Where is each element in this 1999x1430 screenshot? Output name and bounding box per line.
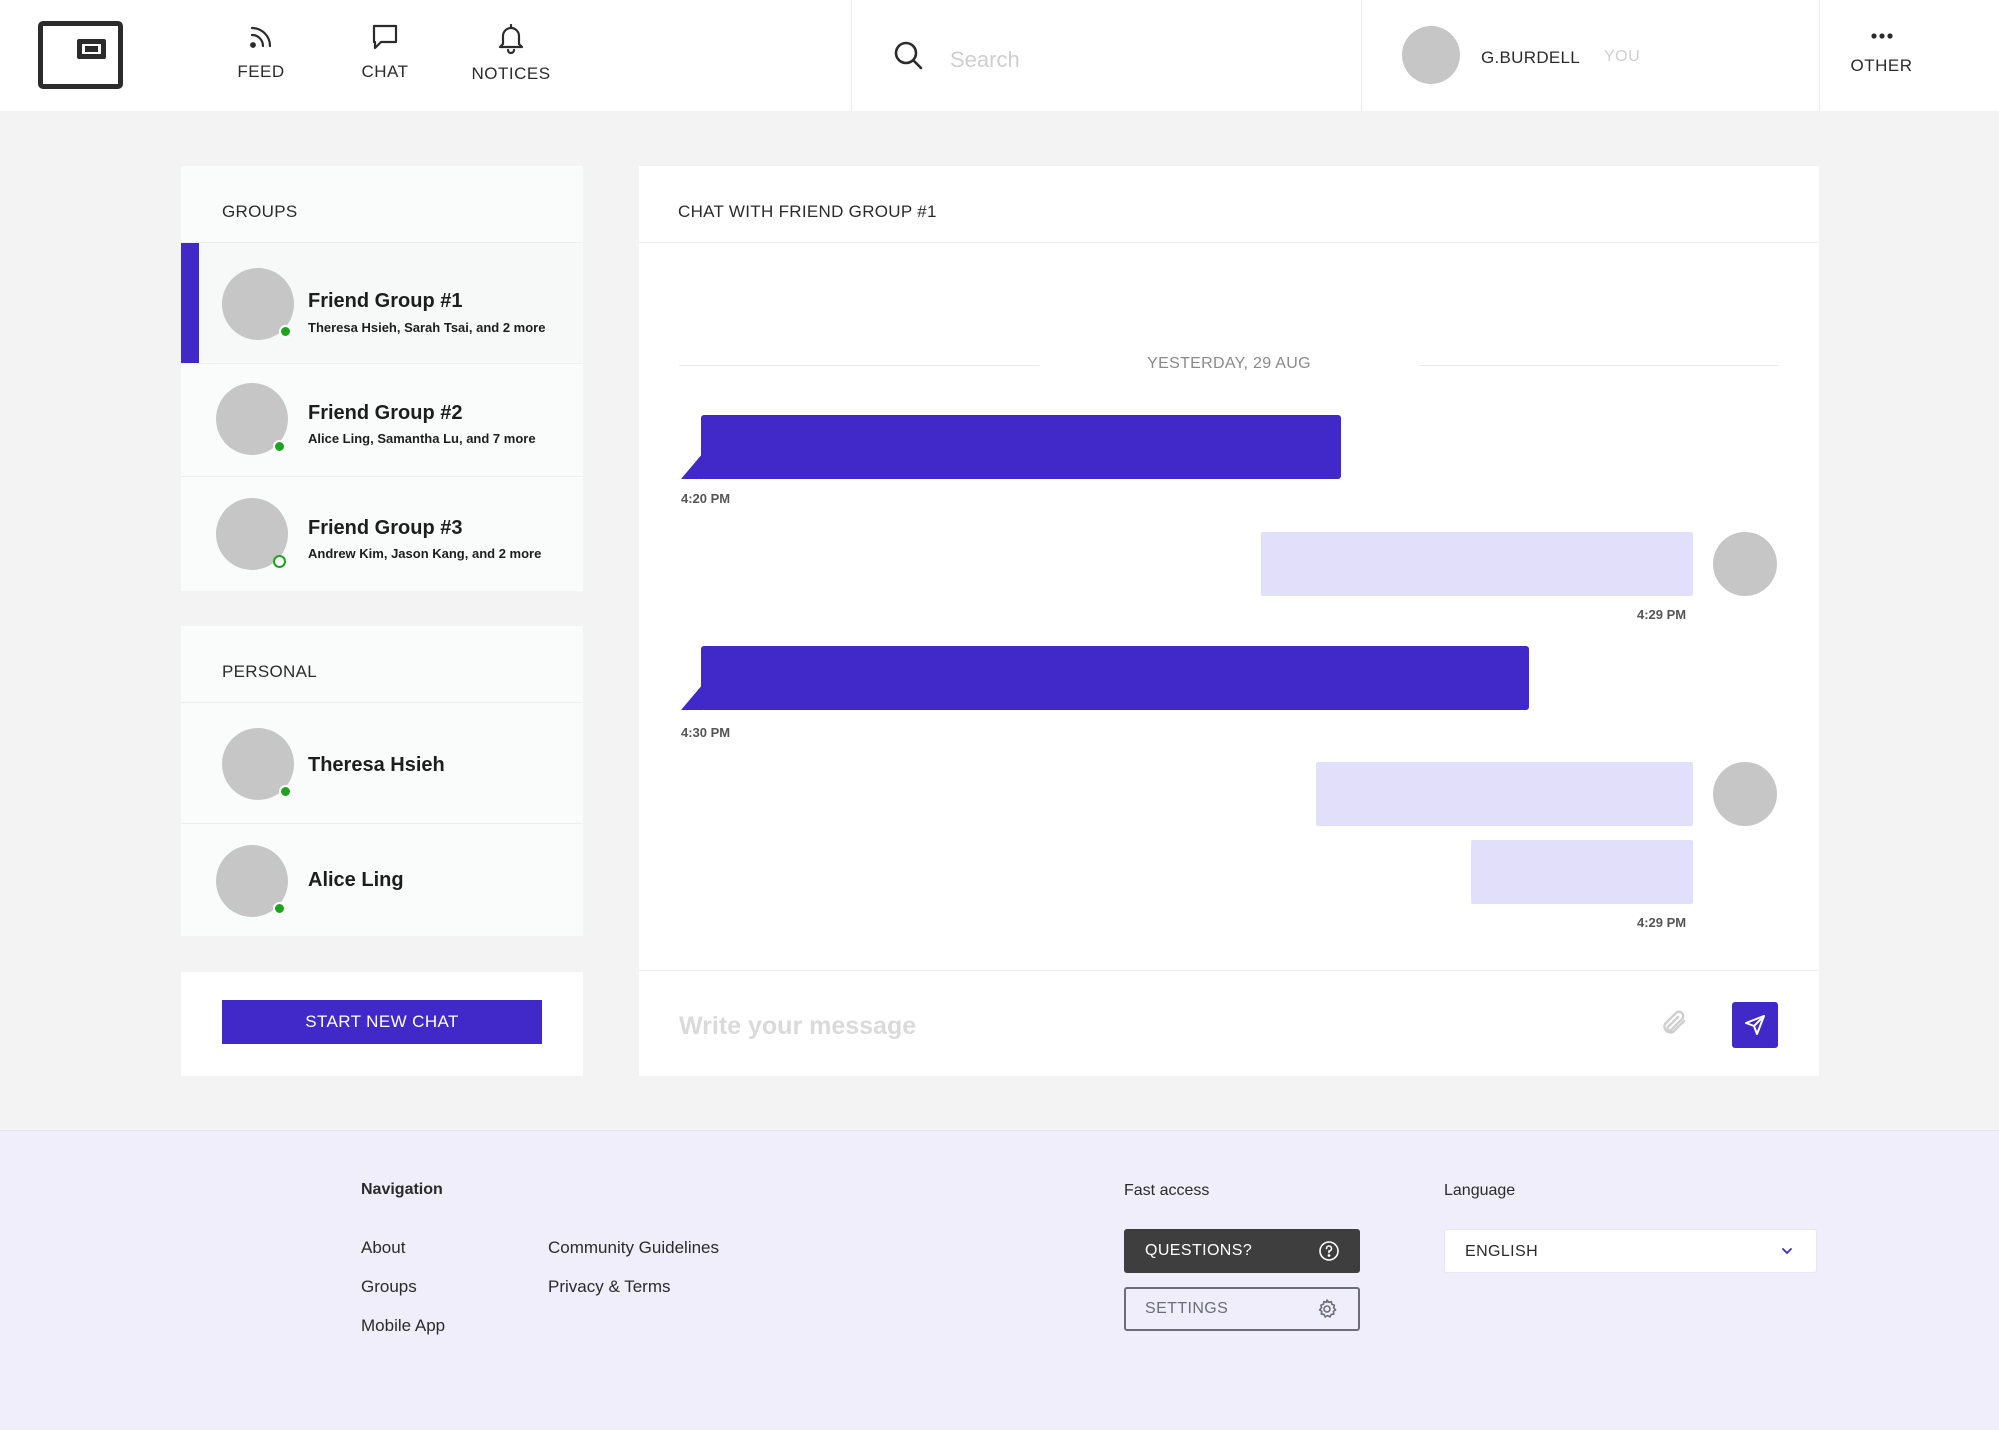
- settings-button[interactable]: SETTINGS: [1124, 1287, 1360, 1331]
- footer-link-mobile-app[interactable]: Mobile App: [361, 1316, 445, 1336]
- online-status-dot: [279, 325, 292, 338]
- active-indicator: [181, 243, 199, 363]
- user-you-tag: YOU: [1604, 48, 1641, 65]
- divider: [851, 0, 852, 111]
- gear-icon: [1318, 1299, 1337, 1318]
- message-input[interactable]: [679, 1006, 1579, 1046]
- chat-panel: CHAT WITH FRIEND GROUP #1 YESTERDAY, 29 …: [639, 166, 1819, 1076]
- help-circle-icon: [1319, 1241, 1339, 1261]
- group-members: Andrew Kim, Jason Kang, and 2 more: [308, 546, 542, 561]
- bell-icon: [498, 23, 524, 54]
- divider: [639, 242, 1819, 243]
- contact-name: Theresa Hsieh: [308, 754, 445, 776]
- personal-item-2[interactable]: Alice Ling: [181, 823, 583, 936]
- group-members: Alice Ling, Samantha Lu, and 7 more: [308, 431, 536, 446]
- nav-feed[interactable]: FEED: [206, 22, 316, 102]
- settings-label: SETTINGS: [1145, 1300, 1229, 1317]
- message-time: 4:20 PM: [681, 491, 731, 506]
- footer-navigation-title: Navigation: [361, 1181, 443, 1198]
- personal-panel: PERSONAL Theresa Hsieh Alice Ling: [181, 626, 583, 936]
- bubble-tail: [681, 453, 703, 479]
- outgoing-message-bubble[interactable]: [1261, 532, 1693, 596]
- more-menu-label: OTHER: [1850, 56, 1913, 75]
- message-time: 4:29 PM: [1637, 607, 1687, 622]
- user-name: G.BURDELL: [1481, 48, 1581, 67]
- questions-label: QUESTIONS?: [1145, 1242, 1253, 1259]
- language-title: Language: [1444, 1182, 1516, 1199]
- divider: [1819, 0, 1820, 111]
- rss-icon: [250, 26, 272, 48]
- contact-name: Alice Ling: [308, 869, 404, 891]
- footer-link-privacy-terms[interactable]: Privacy & Terms: [548, 1277, 671, 1297]
- groups-panel: GROUPS Friend Group #1 Theresa Hsieh, Sa…: [181, 166, 583, 591]
- groups-title: GROUPS: [222, 202, 298, 221]
- outgoing-message-bubble[interactable]: [1471, 840, 1693, 904]
- footer: Navigation About Groups Mobile App Commu…: [0, 1130, 1999, 1430]
- divider: [1419, 365, 1779, 366]
- divider: [1361, 0, 1362, 111]
- group-item-2[interactable]: Friend Group #2 Alice Ling, Samantha Lu,…: [181, 363, 583, 476]
- start-chat-panel: START NEW CHAT: [181, 972, 583, 1076]
- avatar[interactable]: [1402, 26, 1460, 84]
- logo-mark: [77, 39, 106, 59]
- nav-feed-label: FEED: [237, 62, 285, 81]
- avatar: [216, 383, 288, 455]
- bubble-tail: [681, 684, 703, 710]
- group-name: Friend Group #2: [308, 402, 463, 424]
- group-name: Friend Group #3: [308, 517, 463, 539]
- group-item-1[interactable]: Friend Group #1 Theresa Hsieh, Sarah Tsa…: [181, 242, 583, 363]
- avatar: [216, 845, 288, 917]
- avatar: [216, 498, 288, 570]
- group-name: Friend Group #1: [308, 290, 463, 312]
- app-logo[interactable]: [38, 21, 123, 89]
- online-status-dot: [273, 902, 286, 915]
- avatar: [222, 268, 294, 340]
- avatar: [1713, 762, 1777, 826]
- footer-link-groups[interactable]: Groups: [361, 1277, 417, 1297]
- chat-title: CHAT WITH FRIEND GROUP #1: [678, 202, 937, 221]
- send-button[interactable]: [1732, 1002, 1778, 1048]
- incoming-message-bubble[interactable]: [701, 415, 1341, 479]
- questions-button[interactable]: QUESTIONS?: [1124, 1229, 1360, 1273]
- avatar: [1713, 532, 1777, 596]
- away-status-dot: [273, 555, 286, 568]
- outgoing-message-bubble[interactable]: [1316, 762, 1693, 826]
- nav-notices[interactable]: NOTICES: [456, 22, 566, 102]
- personal-title: PERSONAL: [222, 662, 317, 681]
- online-status-dot: [273, 440, 286, 453]
- day-divider-label: YESTERDAY, 29 AUG: [1147, 355, 1311, 372]
- nav-notices-label: NOTICES: [471, 64, 551, 83]
- chevron-down-icon: [1782, 1248, 1792, 1254]
- nav-chat[interactable]: CHAT: [330, 22, 440, 102]
- group-item-3[interactable]: Friend Group #3 Andrew Kim, Jason Kang, …: [181, 476, 583, 591]
- fast-access-title: Fast access: [1124, 1182, 1210, 1199]
- nav-chat-label: CHAT: [361, 62, 409, 81]
- search-input[interactable]: [950, 42, 1350, 78]
- more-menu-button[interactable]: OTHER: [1824, 22, 1939, 102]
- message-time: 4:29 PM: [1637, 915, 1687, 930]
- language-select[interactable]: ENGLISH: [1444, 1229, 1817, 1273]
- more-horizontal-icon: [1870, 33, 1893, 39]
- personal-item-1[interactable]: Theresa Hsieh: [181, 702, 583, 823]
- send-icon: [1745, 1015, 1765, 1035]
- search-icon[interactable]: [893, 40, 925, 72]
- language-value: ENGLISH: [1465, 1243, 1539, 1260]
- top-bar: FEED CHAT NOTICES G.BURDELL YOU OTHER: [0, 0, 1999, 111]
- message-time: 4:30 PM: [681, 725, 731, 740]
- footer-link-about[interactable]: About: [361, 1238, 405, 1258]
- avatar: [222, 728, 294, 800]
- incoming-message-bubble[interactable]: [701, 646, 1529, 710]
- paperclip-icon[interactable]: [1657, 1006, 1691, 1040]
- divider: [639, 970, 1819, 971]
- chat-bubble-icon: [372, 24, 398, 50]
- online-status-dot: [279, 785, 292, 798]
- footer-link-community-guidelines[interactable]: Community Guidelines: [548, 1238, 719, 1258]
- group-members: Theresa Hsieh, Sarah Tsai, and 2 more: [308, 320, 546, 335]
- start-new-chat-button[interactable]: START NEW CHAT: [222, 1000, 542, 1044]
